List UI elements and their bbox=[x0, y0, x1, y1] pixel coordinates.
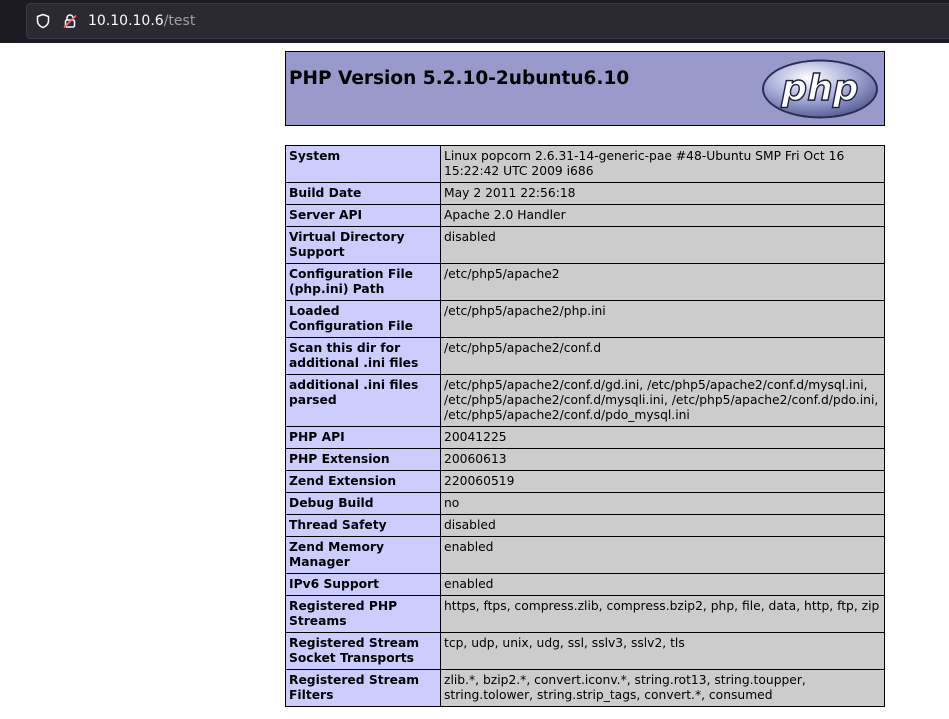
table-row: IPv6 Support enabled bbox=[285, 573, 885, 596]
row-key: Scan this dir for additional .ini files bbox=[285, 337, 441, 375]
php-logo-text: php bbox=[780, 68, 858, 109]
phpinfo-header: PHP Version 5.2.10-2ubuntu6.10 php bbox=[285, 51, 885, 126]
table-row: System Linux popcorn 2.6.31-14-generic-pa… bbox=[285, 145, 885, 183]
row-key: Configuration File (php.ini) Path bbox=[285, 263, 441, 301]
row-key: PHP Extension bbox=[285, 448, 441, 471]
table-row: Virtual Directory Support disabled bbox=[285, 226, 885, 264]
row-key: Thread Safety bbox=[285, 514, 441, 537]
row-value: /etc/php5/apache2/php.ini bbox=[440, 300, 885, 338]
url-bar[interactable]: 10.10.10.6/test bbox=[26, 3, 949, 39]
table-row: PHP API 20041225 bbox=[285, 426, 885, 449]
row-value: Linux popcorn 2.6.31-14-generic-pae #48-… bbox=[440, 145, 885, 183]
row-value: 20041225 bbox=[440, 426, 885, 449]
row-key: Build Date bbox=[285, 182, 441, 205]
row-value: /etc/php5/apache2/conf.d bbox=[440, 337, 885, 375]
row-key: Registered PHP Streams bbox=[285, 595, 441, 633]
row-value: enabled bbox=[440, 573, 885, 596]
page-title: PHP Version 5.2.10-2ubuntu6.10 bbox=[289, 68, 630, 89]
row-key: IPv6 Support bbox=[285, 573, 441, 596]
row-value: /etc/php5/apache2/conf.d/gd.ini, /etc/ph… bbox=[440, 374, 885, 427]
url-text[interactable]: 10.10.10.6/test bbox=[88, 12, 195, 30]
row-key: Registered Stream Filters bbox=[285, 669, 441, 707]
row-key: additional .ini files parsed bbox=[285, 374, 441, 427]
browser-toolbar: 10.10.10.6/test bbox=[0, 0, 949, 43]
row-key: Virtual Directory Support bbox=[285, 226, 441, 264]
row-key: Zend Extension bbox=[285, 470, 441, 493]
row-key: Zend Memory Manager bbox=[285, 536, 441, 574]
table-row: Registered PHP Streams https, ftps, compr… bbox=[285, 595, 885, 633]
row-value: https, ftps, compress.zlib, compress.bzi… bbox=[440, 595, 885, 633]
table-row: Server API Apache 2.0 Handler bbox=[285, 204, 885, 227]
row-value: 220060519 bbox=[440, 470, 885, 493]
table-row: Debug Build no bbox=[285, 492, 885, 515]
table-row: Configuration File (php.ini) Path/etc/ph… bbox=[285, 263, 885, 301]
table-row: PHP Extension 20060613 bbox=[285, 448, 885, 471]
row-key: Server API bbox=[285, 204, 441, 227]
shield-icon[interactable] bbox=[35, 13, 51, 29]
row-value: enabled bbox=[440, 536, 885, 574]
row-value: no bbox=[440, 492, 885, 515]
row-key: System bbox=[285, 145, 441, 183]
row-value: tcp, udp, unix, udg, ssl, sslv3, sslv2, … bbox=[440, 632, 885, 670]
insecure-lock-icon[interactable] bbox=[62, 13, 78, 29]
row-value: zlib.*, bzip2.*, convert.iconv.*, string… bbox=[440, 669, 885, 707]
table-row: Registered Stream Socket Transports tcp, … bbox=[285, 632, 885, 670]
info-table: System Linux popcorn 2.6.31-14-generic-pa… bbox=[285, 145, 885, 707]
table-row: Loaded Configuration File/etc/php5/apach… bbox=[285, 300, 885, 338]
url-host: 10.10.10.6 bbox=[88, 13, 164, 29]
table-row: Registered Stream Filters zlib.*, bzip2.*… bbox=[285, 669, 885, 707]
table-row: additional .ini files parsed/etc/php5/ap… bbox=[285, 374, 885, 427]
table-row: Zend Memory Manager enabled bbox=[285, 536, 885, 574]
url-path: /test bbox=[163, 13, 196, 29]
page-content: PHP Version 5.2.10-2ubuntu6.10 php Syste… bbox=[0, 43, 949, 719]
table-row: Thread Safety disabled bbox=[285, 514, 885, 537]
row-value: disabled bbox=[440, 514, 885, 537]
row-key: Debug Build bbox=[285, 492, 441, 515]
table-row: Build Date May 2 2011 22:56:18 bbox=[285, 182, 885, 205]
php-logo[interactable]: php bbox=[760, 58, 880, 120]
row-key: Registered Stream Socket Transports bbox=[285, 632, 441, 670]
row-key: Loaded Configuration File bbox=[285, 300, 441, 338]
row-value: /etc/php5/apache2 bbox=[440, 263, 885, 301]
row-value: May 2 2011 22:56:18 bbox=[440, 182, 885, 205]
row-value: 20060613 bbox=[440, 448, 885, 471]
table-row: Zend Extension 220060519 bbox=[285, 470, 885, 493]
row-value: disabled bbox=[440, 226, 885, 264]
row-key: PHP API bbox=[285, 426, 441, 449]
table-row: Scan this dir for additional .ini files /… bbox=[285, 337, 885, 375]
row-value: Apache 2.0 Handler bbox=[440, 204, 885, 227]
